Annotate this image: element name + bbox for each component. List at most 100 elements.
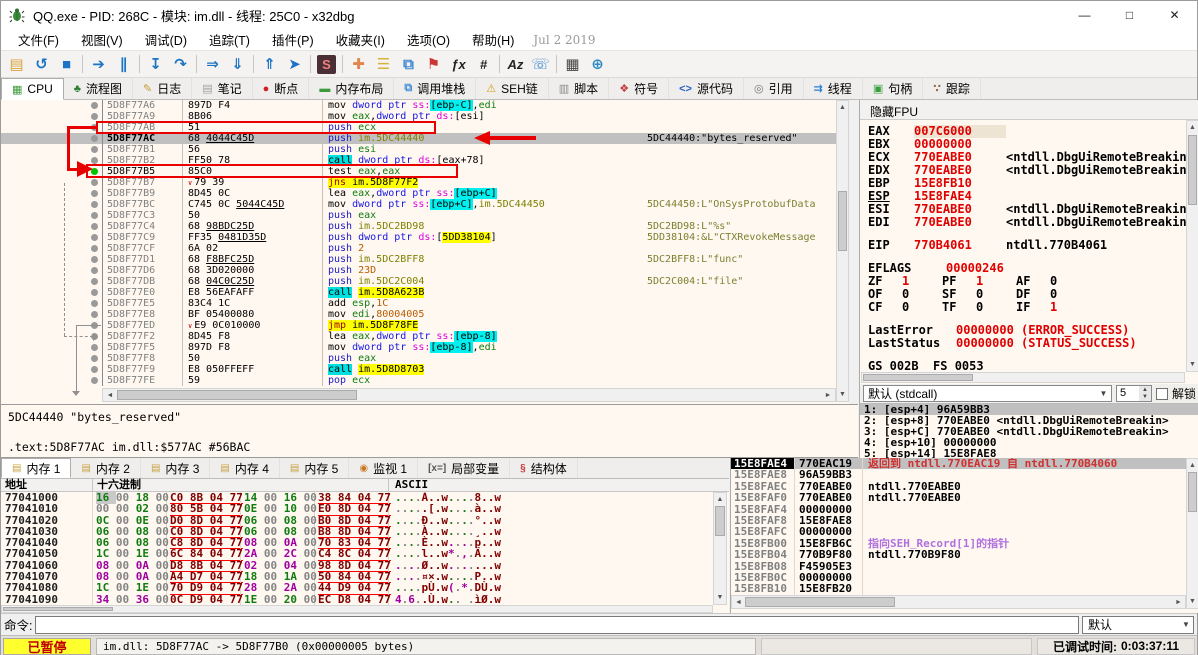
scroll-thumb[interactable] [838,191,847,251]
tab-符号[interactable]: ❖ 符号 [609,78,670,99]
scroll-right-icon[interactable]: ► [822,389,834,401]
scroll-up-icon[interactable]: ▲ [1187,122,1198,133]
memory-vscrollbar[interactable]: ▲ ▼ [713,492,727,605]
breakpoint-dot-icon[interactable] [91,366,98,373]
call-argument-row[interactable]: 1: [esp+4] 96A59BB3 [860,404,1198,415]
register-row[interactable]: EBP 15E8FB10 [860,177,1198,190]
disasm-row[interactable]: 5D8F77ED ∨ E9 0C010000 jmp im.5D8F78FE [1,320,836,331]
step-into-icon[interactable]: ↧ [143,53,168,76]
disasm-row[interactable]: 5D8F77B9 8D45 0C lea eax,dword ptr ss:[ebp… [1,188,836,199]
tab-调用堆栈[interactable]: ⧉ 调用堆栈 [394,78,477,99]
breakpoint-dot-icon[interactable] [91,113,98,120]
breakpoint-dot-icon[interactable] [91,245,98,252]
breakpoint-dot-icon[interactable] [91,344,98,351]
scroll-left-icon[interactable]: ◄ [733,597,744,608]
open-file-icon[interactable]: ▤ [4,53,29,76]
disasm-row[interactable]: 5D8F77E0 E8 56EAFAFF call im.5D8A623B [1,287,836,298]
labels-icon[interactable]: ⧉ [396,53,421,76]
breakpoint-dot-icon[interactable] [91,300,98,307]
scroll-thumb[interactable] [1188,135,1197,205]
scroll-right-icon[interactable]: ► [1173,597,1184,608]
breakpoint-dot-icon[interactable] [91,333,98,340]
tab-源代码[interactable]: <> 源代码 [669,78,744,99]
restart-icon[interactable]: ↺ [29,53,54,76]
tab-监视 1[interactable]: ◉ 监视 1 [349,458,419,478]
breakpoint-dot-icon[interactable] [91,355,98,362]
menu-item-帮助H[interactable]: 帮助(H) [461,28,525,51]
breakpoint-dot-icon[interactable] [91,157,98,164]
register-row[interactable]: EAX 007C6000 [860,125,1198,138]
breakpoint-dot-icon[interactable] [91,124,98,131]
tab-断点[interactable]: ● 断点 [253,78,310,99]
breakpoint-dot-icon[interactable] [91,234,98,241]
tab-内存 3[interactable]: ▤ 内存 3 [141,458,211,478]
tab-结构体[interactable]: § 结构体 [510,458,578,478]
stop-icon[interactable]: ■ [54,53,79,76]
breakpoint-dot-icon[interactable] [91,102,98,109]
disasm-row[interactable]: 5D8F77F2 8D45 F8 lea eax,dword ptr ss:[ebp… [1,331,836,342]
disasm-row[interactable]: 5D8F77E5 83C4 1C add esp,1C [1,298,836,309]
hide-fpu-button[interactable]: 隐藏FPU [860,100,1198,120]
tab-脚本[interactable]: ▥ 脚本 [549,78,610,99]
hash-icon[interactable]: # [471,53,496,76]
spx-phone-icon[interactable]: ☏ [528,53,553,76]
spin-up-icon[interactable]: ▲ [1139,386,1151,394]
menu-item-文件F[interactable]: 文件(F) [7,28,70,51]
disasm-row[interactable]: 5D8F77DB 68 04C0C25D push im.5DC2C004 5DC2C… [1,276,836,287]
call-argument-row[interactable]: 3: [esp+C] 770EABE0 <ntdll.DbgUiRemoteBr… [860,426,1198,437]
disasm-row[interactable]: 5D8F77D1 68 F8BFC25D push im.5DC2BFF8 5DC2B… [1,254,836,265]
minimize-button[interactable]: — [1062,1,1107,29]
breakpoint-dot-icon[interactable] [91,146,98,153]
disasm-row[interactable]: 5D8F77B2 FF50 78 call dword ptr ds:[eax+78… [1,155,836,166]
tab-笔记[interactable]: ▤ 笔记 [192,78,253,99]
disasm-row[interactable]: 5D8F77E8 BF 05400080 mov edi,80004005 [1,309,836,320]
stack-hscrollbar[interactable]: ◄ ► [731,595,1186,609]
disasm-row[interactable]: 5D8F77F9 E8 050FFEFF call im.5D8D8703 [1,364,836,375]
tab-日志[interactable]: ✎ 日志 [133,78,193,99]
scroll-thumb[interactable] [745,597,895,607]
tab-线程[interactable]: ⇉ 线程 [804,78,863,99]
disasm-row[interactable]: 5D8F77C9 FF35 0481D35D push dword ptr ds:[… [1,232,836,243]
menu-item-调试D[interactable]: 调试(D) [134,28,198,51]
register-row-eip[interactable]: EIP 770B4061 ntdll.770B4061 [860,239,1198,252]
menu-item-选项O[interactable]: 选项(O) [396,28,461,51]
disasm-row[interactable]: 5D8F77A9 8B06 mov eax,dword ptr ds:[esi] [1,111,836,122]
menu-item-收藏夹I[interactable]: 收藏夹(I) [325,28,396,51]
tab-SEH链[interactable]: ⚠ SEH链 [476,78,549,99]
breakpoint-enabled-icon[interactable] [91,168,98,175]
tab-流程图[interactable]: ♣ 流程图 [64,78,133,99]
stack-vscrollbar[interactable]: ▲ ▼ [1186,458,1198,609]
disasm-row[interactable]: 5D8F77C4 68 98BDC25D push im.5DC2BD98 5DC2B… [1,221,836,232]
step-over-icon[interactable]: ↷ [168,53,193,76]
tab-引用[interactable]: ◎ 引用 [744,78,804,99]
breakpoint-dot-icon[interactable] [91,322,98,329]
tab-内存 1[interactable]: ▤ 内存 1 [1,458,72,478]
tab-内存 2[interactable]: ▤ 内存 2 [71,458,141,478]
breakpoint-dot-icon[interactable] [91,256,98,263]
breakpoint-dot-icon[interactable] [91,190,98,197]
tab-CPU[interactable]: ▦ CPU [1,78,64,100]
execute-till-return-icon[interactable]: ⇒ [200,53,225,76]
scylla-icon[interactable]: S [317,54,336,74]
scroll-thumb[interactable] [117,390,357,400]
argument-depth-stepper[interactable]: 5 ▲ ▼ [1115,385,1152,402]
command-mode-select[interactable]: 默认 ▼ [1082,615,1194,634]
menu-item-插件P[interactable]: 插件(P) [261,28,325,51]
breakpoint-dot-icon[interactable] [91,212,98,219]
scroll-down-icon[interactable]: ▼ [837,389,848,400]
disasm-row[interactable]: 5D8F77D6 68 3D020000 push 23D [1,265,836,276]
scroll-left-icon[interactable]: ◄ [104,389,116,401]
scroll-thumb[interactable] [1188,472,1197,512]
registers-vscrollbar[interactable]: ▲ ▼ [1186,120,1198,372]
highlight-mode-icon[interactable]: Az [503,53,528,76]
spin-down-icon[interactable]: ▼ [1139,394,1151,402]
register-row[interactable]: EDI 770EABE0 <ntdll.DbgUiRemoteBreakin> [860,216,1198,229]
stack-row[interactable]: 15E8FB04 770B9F80 ntdll.770B9F80 [731,549,1186,561]
breakpoint-dot-icon[interactable] [91,267,98,274]
patch-icon[interactable]: ✚ [346,53,371,76]
scroll-up-icon[interactable]: ▲ [1187,460,1198,471]
maximize-button[interactable]: □ [1107,1,1152,29]
registers-hscrollbar[interactable] [861,372,1185,383]
menu-item-视图V[interactable]: 视图(V) [70,28,134,51]
disasm-row[interactable]: 5D8F77F5 897D F8 mov dword ptr ss:[ebp-8],… [1,342,836,353]
